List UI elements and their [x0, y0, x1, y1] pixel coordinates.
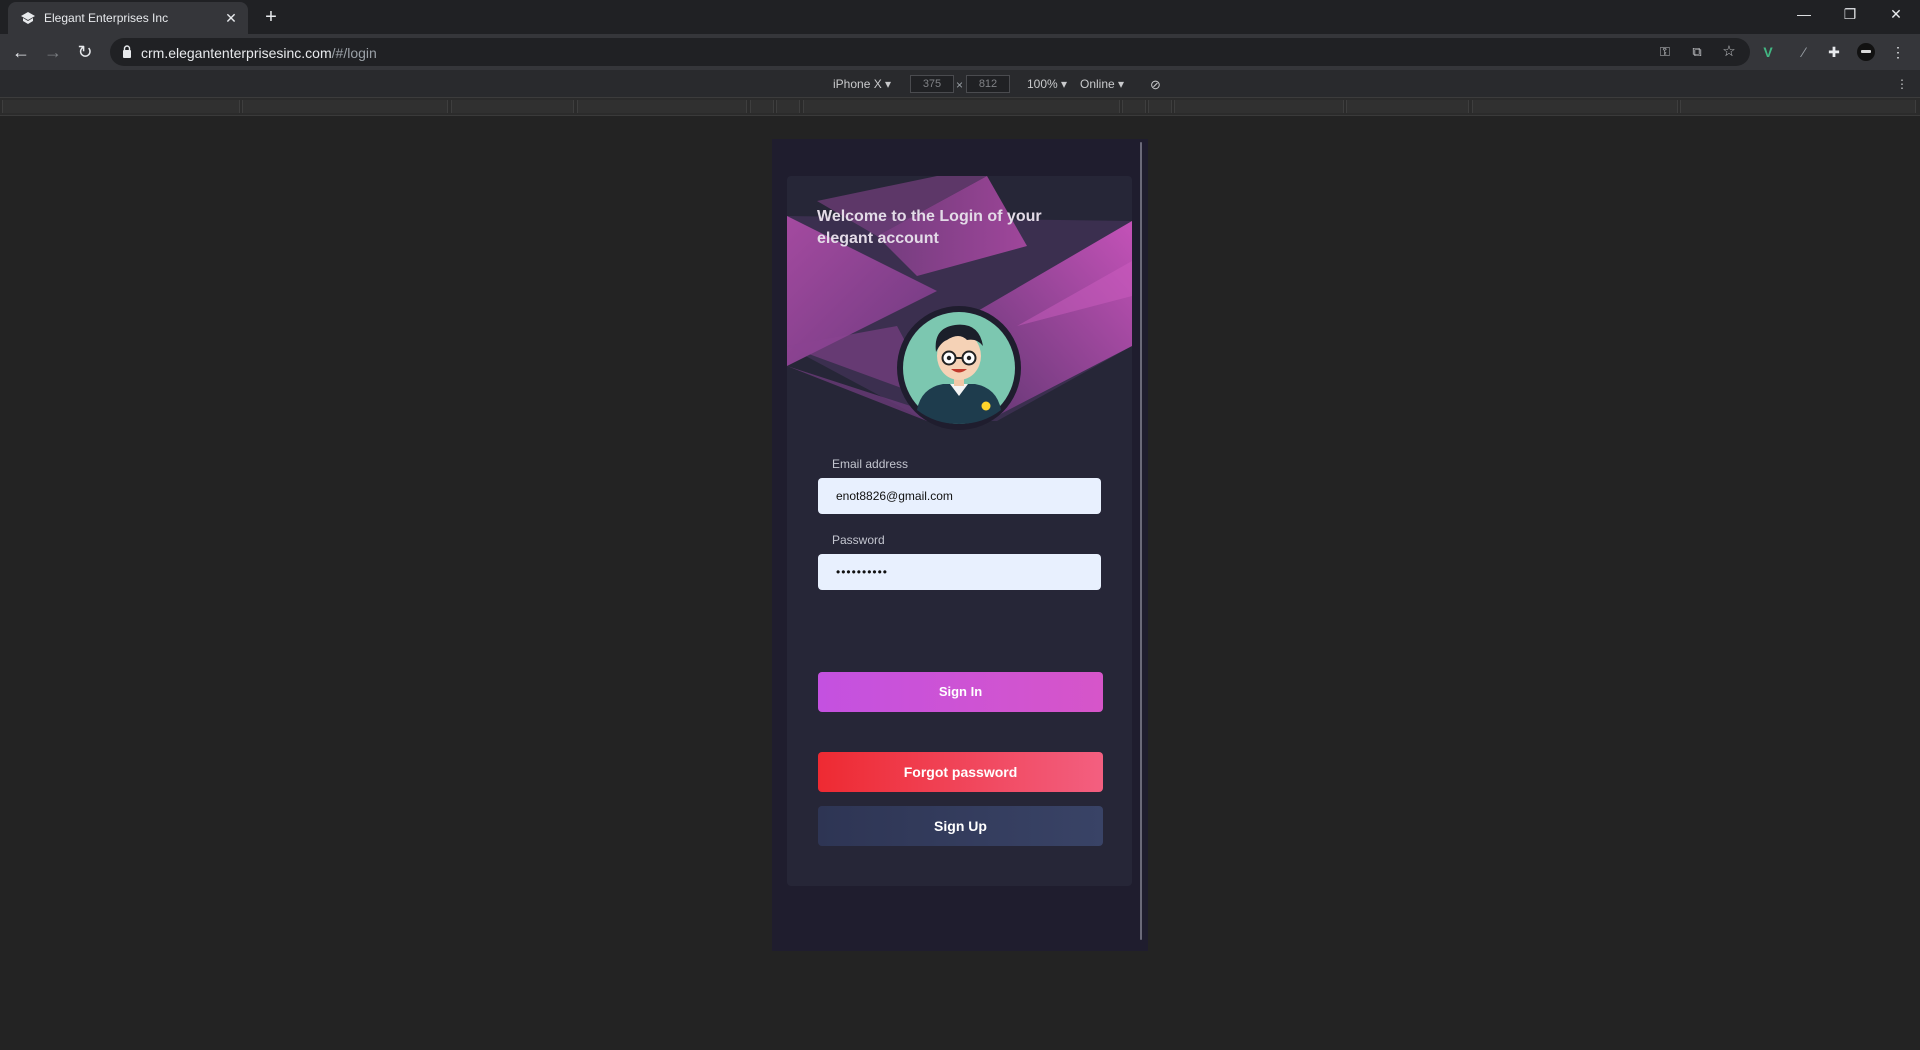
sign-up-button[interactable]: Sign Up: [818, 806, 1103, 846]
restore-icon[interactable]: ❐: [1827, 0, 1873, 30]
throttling-select[interactable]: Online ▾: [1080, 77, 1124, 91]
url-host: crm.elegantenterprisesinc.com: [141, 45, 332, 61]
reload-icon[interactable]: ↻: [72, 40, 98, 64]
media-query-ruler: [0, 98, 1920, 116]
vue-devtools-icon[interactable]: V: [1758, 42, 1778, 62]
minimize-icon[interactable]: —: [1781, 0, 1827, 30]
browser-toolbar: ← → ↻ crm.elegantenterprisesinc.com/#/lo…: [0, 34, 1920, 70]
back-icon[interactable]: ←: [8, 40, 34, 64]
device-name: iPhone X: [833, 77, 882, 91]
open-external-icon[interactable]: ⧉: [1688, 43, 1706, 61]
sign-in-button[interactable]: Sign In: [818, 672, 1103, 712]
password-field[interactable]: [818, 554, 1101, 590]
url-path: /#/login: [331, 45, 377, 61]
close-tab-icon[interactable]: ✕: [222, 9, 240, 27]
address-bar[interactable]: crm.elegantenterprisesinc.com/#/login ⚿ …: [110, 38, 1750, 66]
bookmark-star-icon[interactable]: ☆: [1720, 43, 1738, 61]
extensions-puzzle-icon[interactable]: ✚: [1824, 42, 1844, 62]
device-height-input[interactable]: 812: [966, 75, 1010, 93]
email-label: Email address: [832, 457, 909, 471]
browser-tab[interactable]: Elegant Enterprises Inc ✕: [8, 2, 248, 34]
browser-tabstrip: Elegant Enterprises Inc ✕ + — ❐ ✕: [0, 0, 1920, 34]
forgot-password-button[interactable]: Forgot password: [818, 752, 1103, 792]
viewport-scrollbar[interactable]: [1140, 142, 1142, 940]
browser-menu-icon[interactable]: ⋮: [1888, 42, 1908, 62]
zoom-value: 100%: [1027, 77, 1058, 91]
devtools-more-icon[interactable]: ⋮: [1896, 77, 1908, 91]
device-select[interactable]: iPhone X ▾: [833, 77, 891, 91]
tab-title: Elegant Enterprises Inc: [44, 11, 169, 25]
zoom-select[interactable]: 100% ▾: [1027, 77, 1067, 91]
user-avatar: [897, 306, 1021, 430]
profile-avatar-icon[interactable]: [1856, 42, 1876, 62]
url-text: crm.elegantenterprisesinc.com/#/login: [141, 45, 377, 61]
device-viewport: Welcome to the Login of your elegant acc…: [772, 139, 1148, 951]
password-label: Password: [832, 533, 885, 547]
device-width-input[interactable]: 375: [910, 75, 954, 93]
dimension-separator: ×: [956, 78, 964, 92]
site-logo-icon: [21, 12, 35, 24]
devtools-device-toolbar: iPhone X ▾ 375 × 812 100% ▾ Online ▾ ⊘ ⋮: [0, 70, 1920, 98]
network-value: Online: [1080, 77, 1115, 91]
login-card: Welcome to the Login of your elegant acc…: [787, 176, 1132, 886]
email-field[interactable]: [818, 478, 1101, 514]
lock-icon: [123, 45, 131, 58]
new-tab-button[interactable]: +: [259, 5, 283, 29]
key-icon[interactable]: ⚿: [1656, 43, 1674, 61]
close-window-icon[interactable]: ✕: [1873, 0, 1919, 30]
forward-icon[interactable]: →: [40, 40, 66, 64]
rotate-icon[interactable]: ⊘: [1150, 77, 1161, 93]
cartoon-user-icon: [903, 312, 1015, 424]
extension-pen-icon[interactable]: ⁄: [1794, 42, 1814, 62]
welcome-heading: Welcome to the Login of your elegant acc…: [817, 208, 1042, 247]
